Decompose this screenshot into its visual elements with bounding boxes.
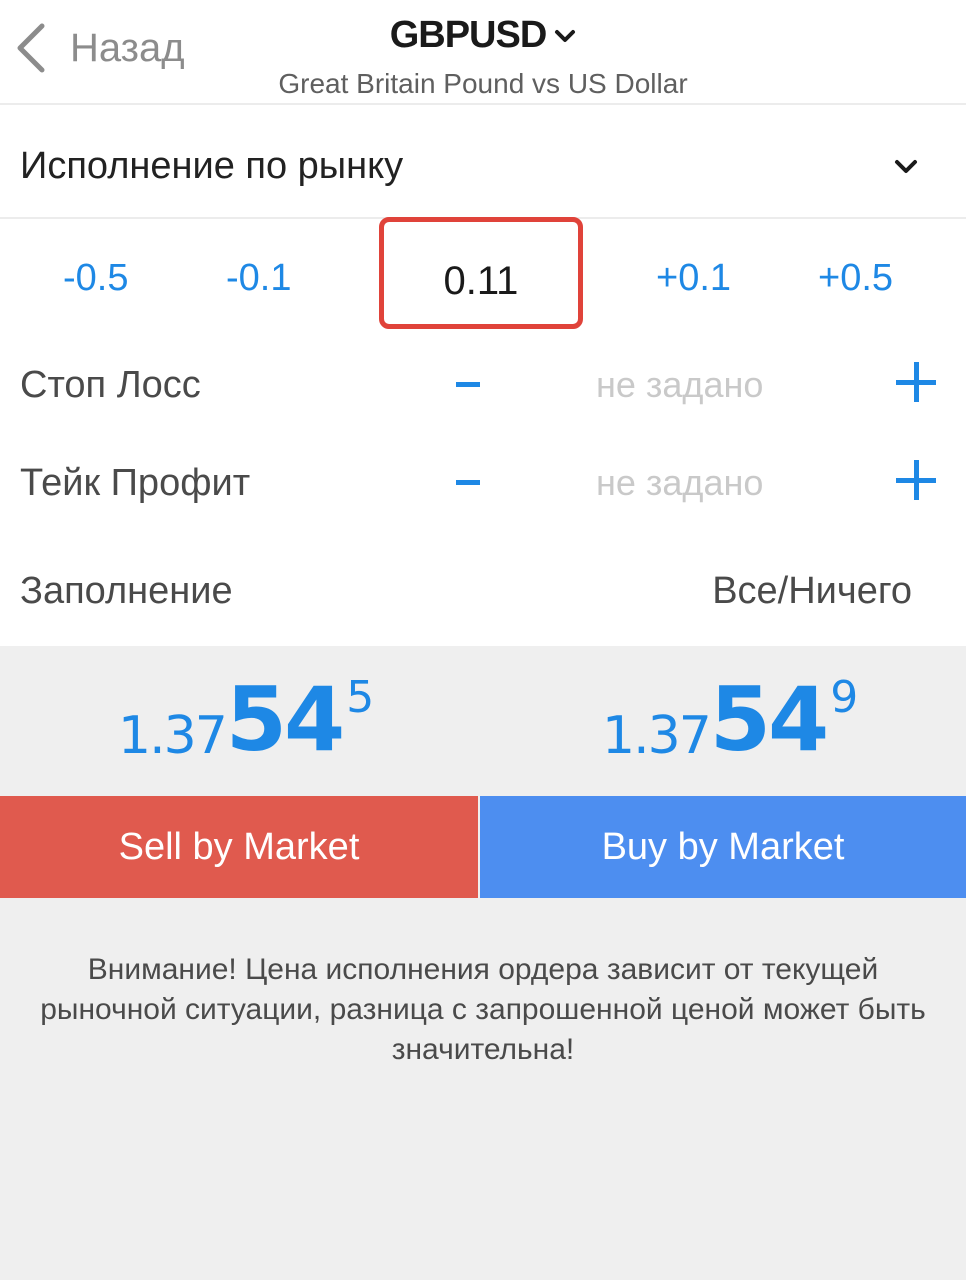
execution-warning: Внимание! Цена исполнения ордера зависит…	[40, 953, 926, 1066]
ask-price-fraction: 9	[830, 672, 859, 723]
filling-selector[interactable]: Все/Ничего	[712, 570, 912, 613]
buy-by-market-button[interactable]: Buy by Market	[480, 796, 966, 898]
stop-loss-plus-icon[interactable]	[896, 362, 936, 402]
sell-by-market-button[interactable]: Sell by Market	[0, 796, 478, 898]
symbol-title: GBPUSD	[389, 14, 548, 56]
symbol-selector[interactable]: GBPUSD	[390, 14, 577, 57]
filling-label: Заполнение	[20, 570, 233, 612]
stop-loss-label: Стоп Лосс	[20, 364, 201, 406]
ask-price-pips: 54	[709, 668, 829, 771]
execution-type-selector[interactable]: Исполнение по рынку	[0, 107, 966, 219]
filling-row: Заполнение Все/Ничего	[0, 548, 966, 646]
chevron-down-icon	[555, 29, 576, 42]
chevron-down-icon	[895, 160, 917, 173]
take-profit-minus-icon[interactable]	[456, 480, 480, 485]
trade-panel: 1.37 54 5 1.37 54 9 Sell by Market Buy b…	[0, 646, 966, 1280]
take-profit-plus-icon[interactable]	[896, 460, 936, 500]
header: Назад GBPUSD Great Britain Pound vs US D…	[0, 0, 966, 105]
order-screen: Назад GBPUSD Great Britain Pound vs US D…	[0, 0, 966, 1280]
execution-type-label: Исполнение по рынку	[20, 145, 404, 187]
volume-decrease-0.5-button[interactable]: -0.5	[63, 257, 128, 300]
take-profit-row: Тейк Профит не задано	[0, 440, 966, 530]
stop-loss-minus-icon[interactable]	[456, 382, 480, 387]
volume-input[interactable]: 0.11	[379, 259, 583, 304]
symbol-description: Great Britain Pound vs US Dollar	[278, 68, 688, 99]
volume-decrease-0.1-button[interactable]: -0.1	[226, 257, 291, 300]
volume-increase-0.1-button[interactable]: +0.1	[656, 257, 731, 300]
bid-price-fraction: 5	[346, 672, 375, 723]
ask-price: 1.37 54 9	[602, 668, 859, 771]
take-profit-input[interactable]: не задано	[596, 462, 763, 504]
bid-price-prefix: 1.37	[118, 706, 228, 766]
stop-loss-row: Стоп Лосс не задано	[0, 342, 966, 432]
bid-price-pips: 54	[225, 668, 345, 771]
ask-price-prefix: 1.37	[602, 706, 712, 766]
take-profit-label: Тейк Профит	[20, 462, 251, 504]
stop-loss-input[interactable]: не задано	[596, 364, 763, 406]
bid-price: 1.37 54 5	[118, 668, 375, 771]
volume-increase-0.5-button[interactable]: +0.5	[818, 257, 893, 300]
title-area: GBPUSD	[0, 14, 966, 57]
volume-row: -0.5 -0.1 0.11 +0.1 +0.5	[0, 217, 966, 339]
